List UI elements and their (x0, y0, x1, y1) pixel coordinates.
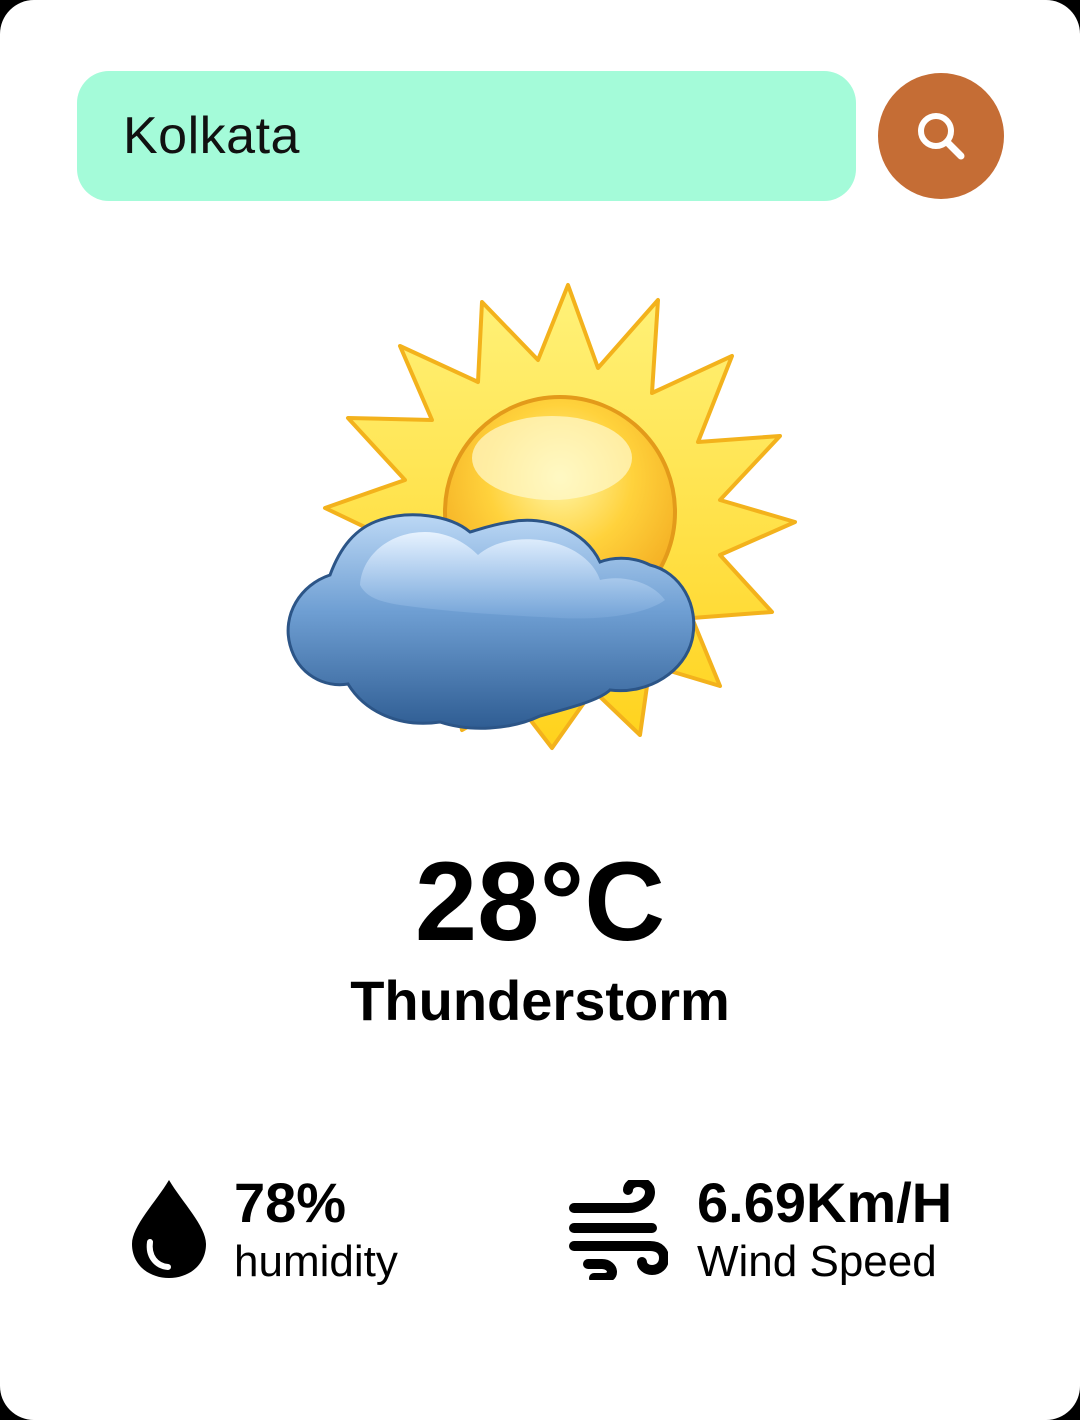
wind-stat: 6.69Km/H Wind Speed (697, 1170, 1027, 1290)
wind-value: 6.69Km/H (697, 1171, 953, 1234)
wind-icon (569, 1180, 668, 1280)
city-search-input[interactable]: Kolkata (77, 71, 856, 201)
humidity-value: 78% (234, 1171, 347, 1234)
humidity-stat: 78% humidity (234, 1170, 534, 1290)
search-icon (918, 113, 965, 160)
humidity-label: humidity (234, 1237, 398, 1286)
search-button[interactable] (878, 73, 1004, 199)
partly-cloudy-sun-icon (286, 283, 797, 750)
temperature: 28°C (414, 839, 666, 964)
weather-condition: Thunderstorm (350, 969, 730, 1032)
city-search-value: Kolkata (123, 107, 300, 165)
weather-card: Kolkata 28°C Thunderstorm 78% humidity 6… (0, 0, 1080, 1420)
wind-label: Wind Speed (697, 1237, 937, 1286)
water-drop-icon (132, 1180, 206, 1278)
